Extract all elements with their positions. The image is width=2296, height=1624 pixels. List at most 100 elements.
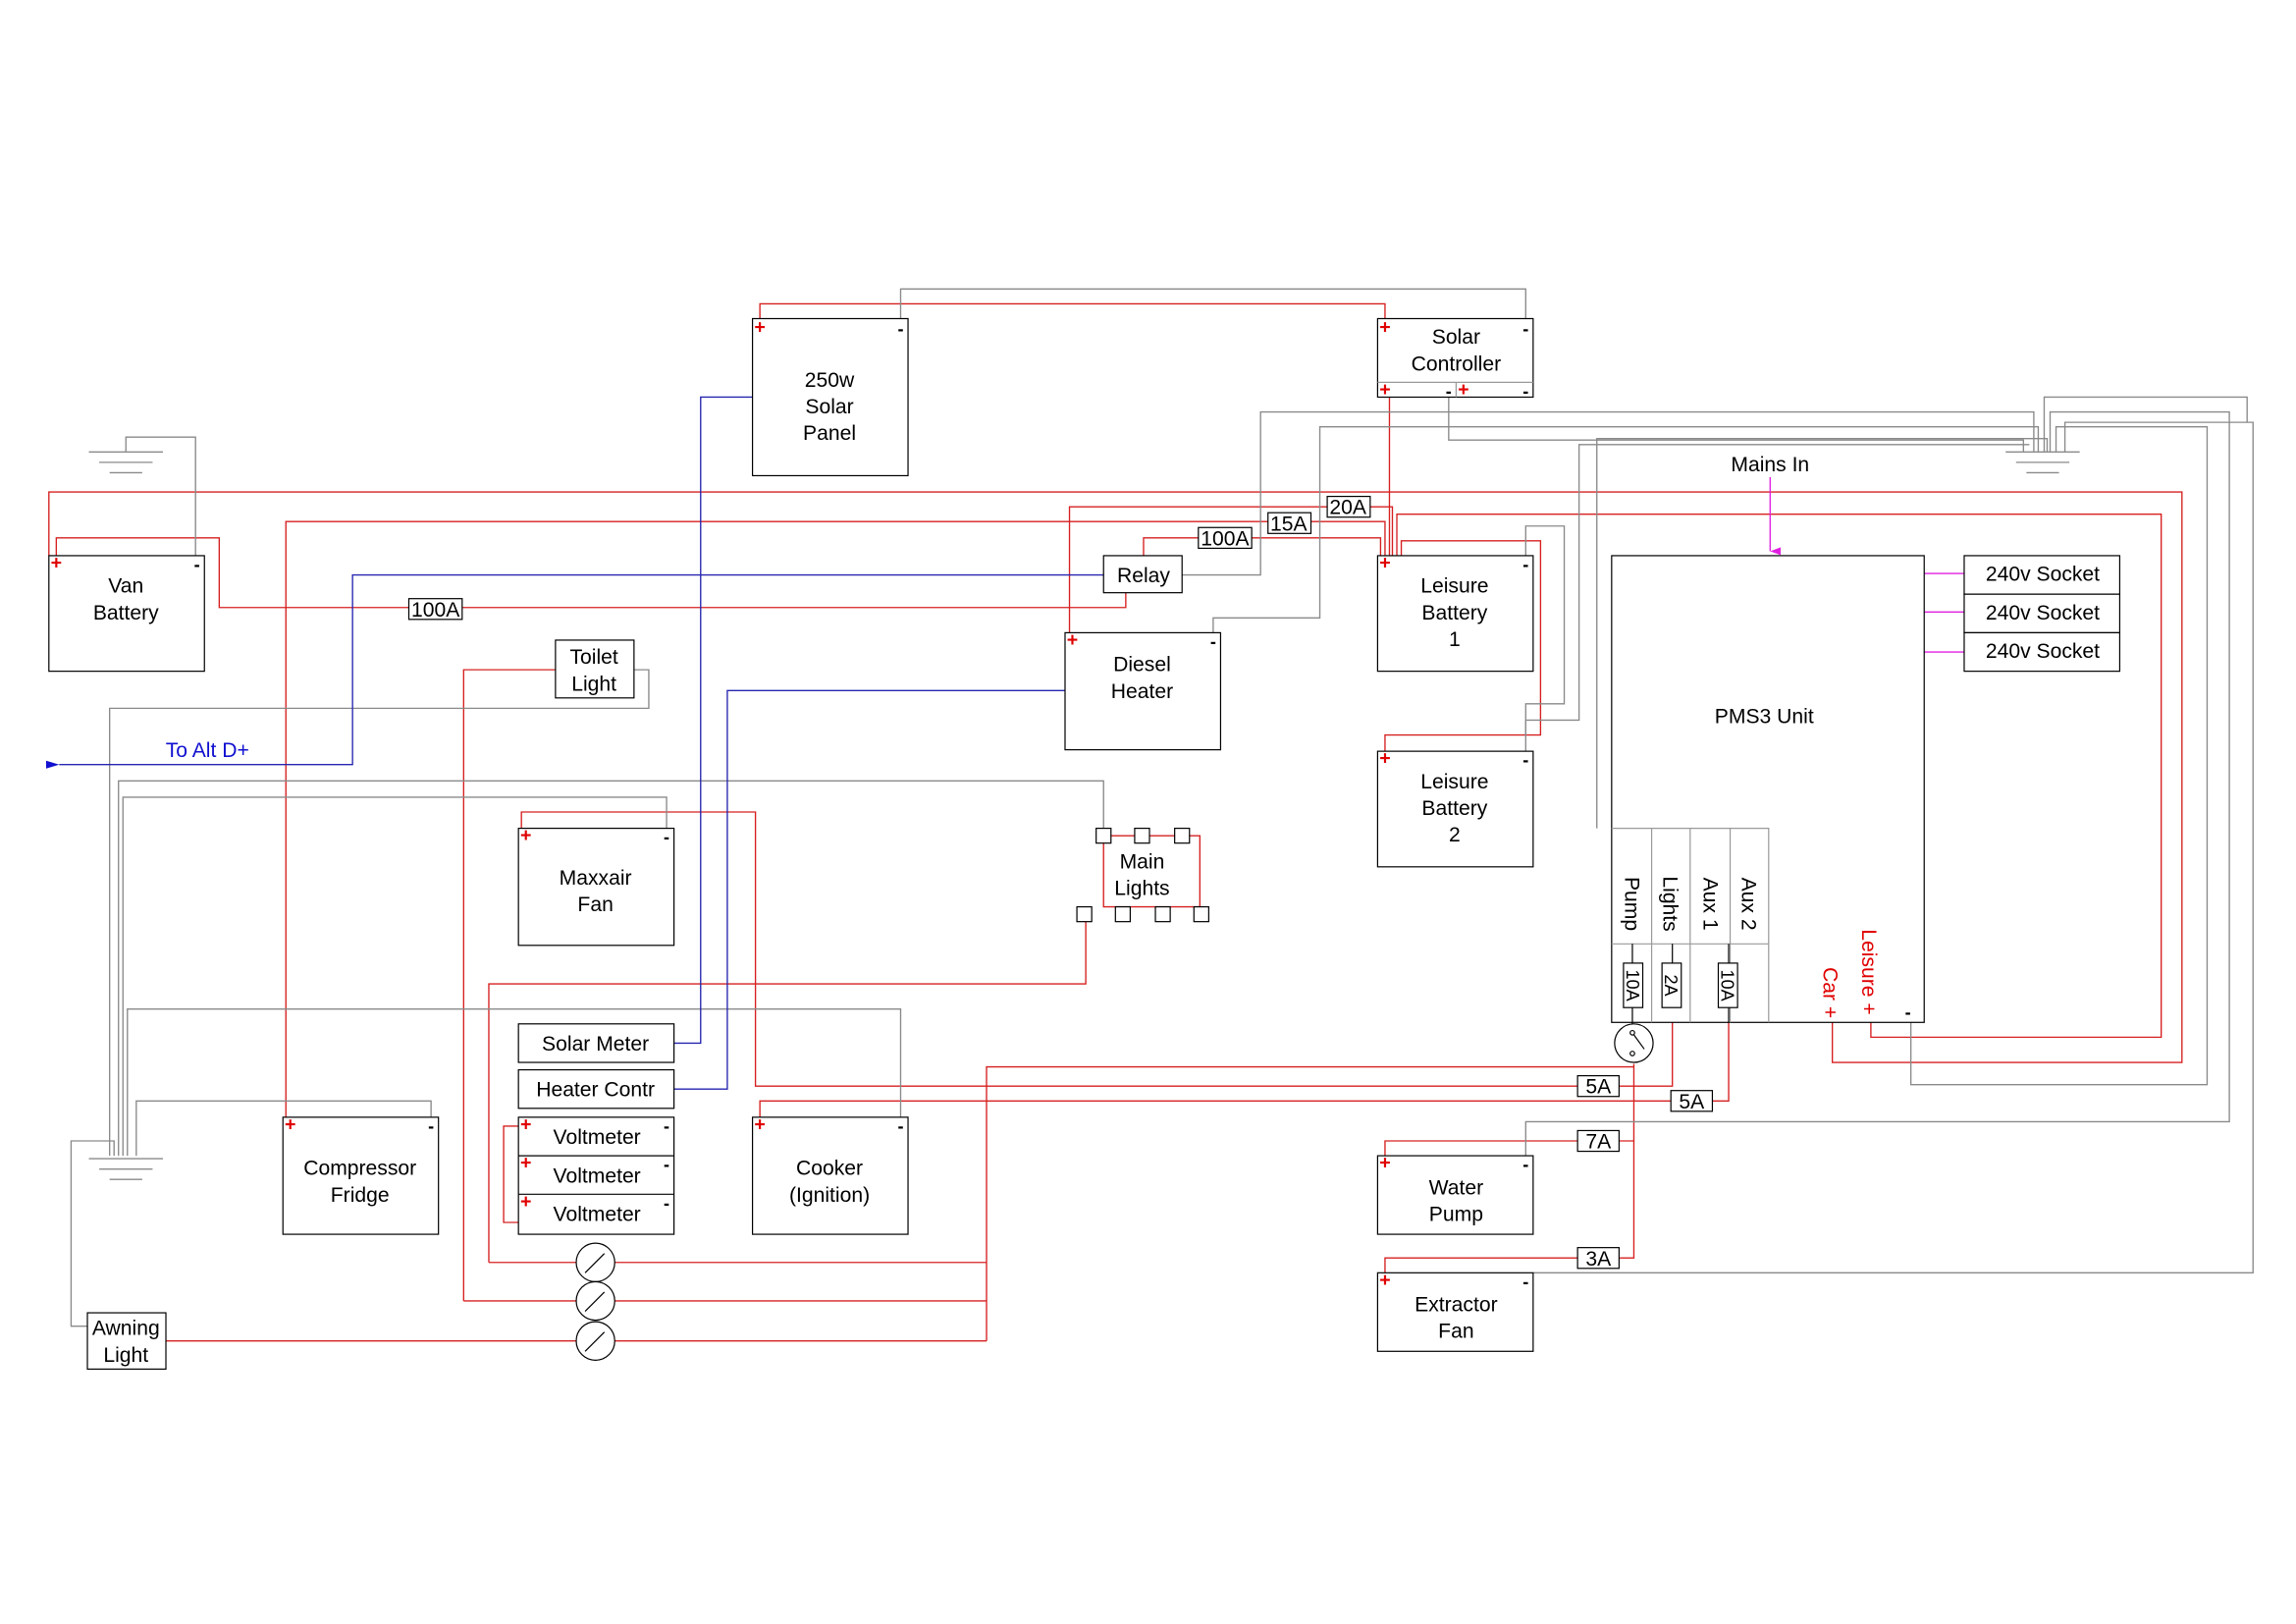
label: + [1379, 317, 1390, 339]
label: + [1379, 379, 1390, 401]
label: + [520, 825, 531, 846]
label: + [1379, 1153, 1390, 1174]
label: Relay [1117, 565, 1170, 587]
label: - [428, 1116, 434, 1136]
fuse-label: 3A [1585, 1248, 1612, 1271]
label: 10A [1717, 969, 1736, 1001]
label: 240v Socket [1986, 602, 2100, 624]
label: - [664, 1155, 669, 1174]
label: Pump [1429, 1203, 1483, 1225]
label: - [897, 1116, 903, 1136]
label: Leisure [1420, 575, 1488, 598]
toilet-light: Toilet Light [555, 639, 635, 699]
label: + [1379, 748, 1390, 770]
label: - [1522, 319, 1528, 339]
heater-controller: Heater Contr [517, 1068, 675, 1110]
leisure-battery-1: + - Leisure Battery 1 [1376, 553, 1534, 673]
ground-symbol [88, 1158, 163, 1180]
label: Voltmeter [554, 1203, 641, 1225]
label: Water [1429, 1176, 1484, 1199]
water-pump: + - Water Pump [1376, 1153, 1534, 1235]
label: Pump [1620, 877, 1642, 931]
label: Toilet [569, 646, 617, 669]
label: (Ignition) [789, 1184, 870, 1207]
label: - [1446, 381, 1452, 401]
relay: Relay [1102, 555, 1183, 594]
label: Fridge [331, 1184, 390, 1207]
label: Controller [1412, 352, 1502, 375]
pms3-unit: PMS3 Unit Pump Lights Aux 1 Aux 2 10A 2A… [1611, 454, 1925, 1027]
pump-switch[interactable] [1614, 1023, 1654, 1063]
label: Solar [1432, 326, 1480, 349]
label: Light [571, 673, 616, 695]
label: Voltmeter [554, 1164, 641, 1187]
label: Van [108, 575, 143, 598]
label: Battery [1421, 602, 1487, 624]
wire-ground [1182, 410, 2035, 576]
to-alt-label: To Alt D+ [166, 739, 249, 762]
label: Voltmeter [554, 1126, 641, 1149]
label: Battery [93, 602, 159, 624]
label: + [520, 1113, 531, 1135]
label: + [520, 1191, 531, 1213]
label: + [754, 1113, 765, 1135]
label: - [1522, 555, 1528, 574]
label: 250w [805, 369, 855, 392]
wire-ground [1448, 392, 2025, 453]
fuse-label: 15A [1270, 513, 1308, 535]
fuse-label: 5A [1585, 1076, 1612, 1099]
voltmeters: + - + - + - Voltmeter Voltmeter Voltmeter [517, 1113, 675, 1235]
wire-ground [2043, 396, 2248, 453]
label: 2 [1449, 824, 1461, 846]
label: - [1210, 631, 1216, 651]
label: + [520, 1153, 531, 1174]
label: - [1522, 381, 1528, 401]
label: - [1522, 750, 1528, 770]
maxxair-fan: + - Maxxair Fan [517, 825, 675, 947]
ground-symbol [88, 451, 163, 474]
label: - [664, 1116, 669, 1136]
label: - [1522, 1155, 1528, 1174]
wire-positive [759, 1007, 1730, 1117]
label: - [664, 828, 669, 847]
label: Lights [1114, 878, 1169, 900]
label: Solar [805, 396, 853, 418]
label: Lights [1659, 876, 1682, 931]
240v-sockets: 240v Socket 240v Socket 240v Socket [1963, 555, 2121, 673]
solar-meter: Solar Meter [517, 1023, 675, 1063]
solar-controller: + - + - + - Solar Controller [1376, 317, 1534, 401]
label: Leisure [1420, 771, 1488, 793]
wire-positive [503, 1125, 519, 1223]
compressor-fridge: + - Compressor Fridge [282, 1113, 440, 1235]
label: + [285, 1113, 295, 1135]
light-switches[interactable] [575, 1242, 615, 1361]
wiring-diagram: + - 250w Solar Panel + - + - + - Solar C… [45, 288, 2254, 1370]
label: - [1905, 1002, 1911, 1022]
label: + [1458, 379, 1468, 401]
diesel-heater: + - Diesel Heater [1064, 629, 1222, 751]
fuse-label: 20A [1329, 497, 1366, 519]
label: Car + [1819, 967, 1842, 1018]
label: - [897, 319, 903, 339]
label: - [1522, 1272, 1528, 1291]
ground-symbol [2005, 451, 2080, 474]
mains-in-label: Mains In [1731, 454, 1809, 476]
label: Solar Meter [542, 1033, 649, 1056]
label: 2A [1661, 974, 1681, 997]
label: Heater [1111, 680, 1173, 703]
label: Diesel [1113, 654, 1171, 677]
label: Heater Contr [536, 1079, 655, 1102]
label: + [1379, 553, 1390, 574]
label: PMS3 Unit [1715, 705, 1814, 728]
van-battery: + - Van Battery [48, 553, 205, 673]
label: 1 [1449, 628, 1461, 651]
wire-mains [1924, 572, 1964, 653]
label: + [1379, 1270, 1390, 1291]
label: Panel [803, 422, 856, 445]
leisure-battery-2: + - Leisure Battery 2 [1376, 748, 1534, 868]
extractor-fan: + - Extractor Fan [1376, 1270, 1534, 1352]
wire-positive [986, 1065, 1634, 1341]
label: + [51, 553, 62, 574]
wire-positive [759, 302, 1386, 319]
wire-positive [1102, 835, 1203, 915]
